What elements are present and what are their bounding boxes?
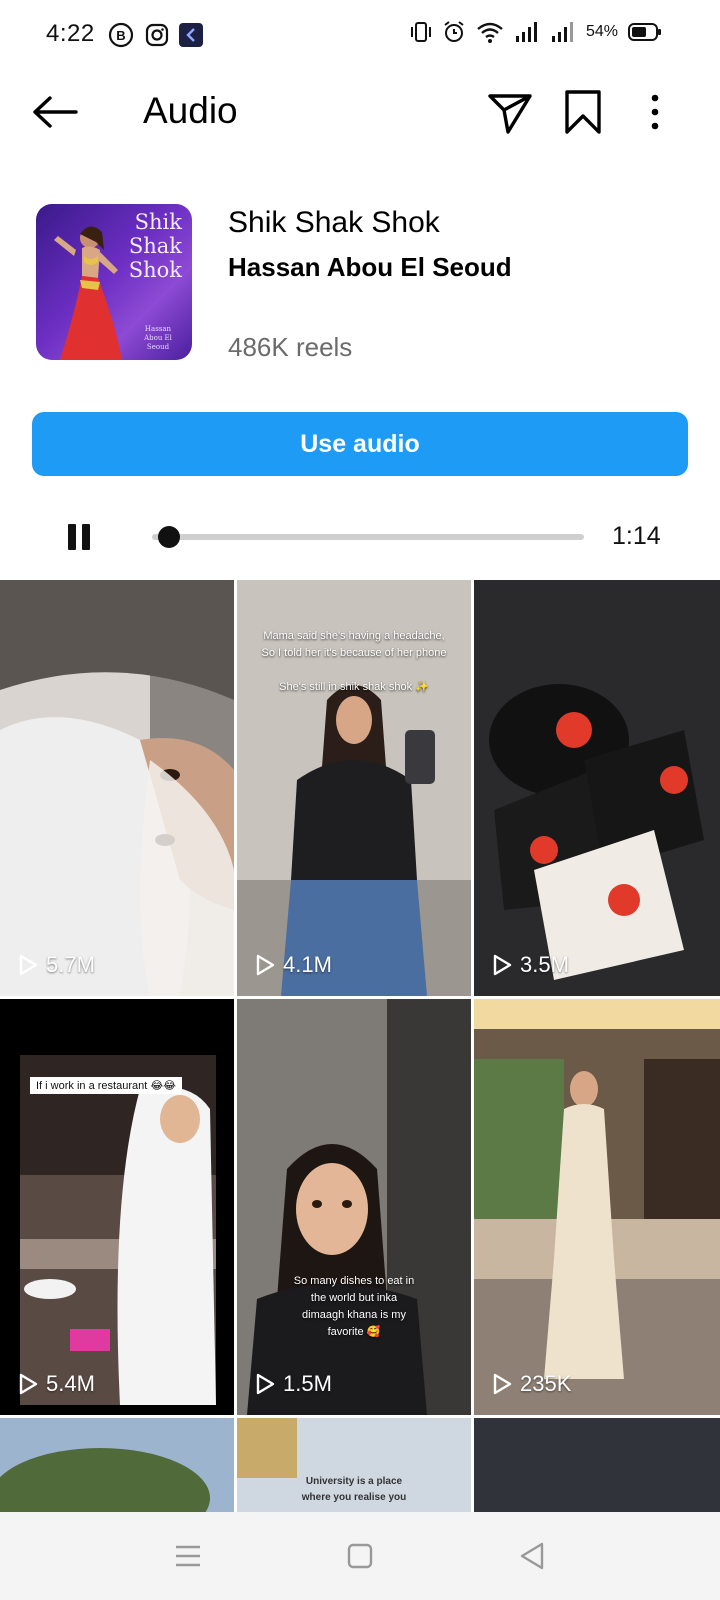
b-app-icon: B bbox=[108, 22, 134, 48]
reel-image bbox=[0, 999, 234, 1415]
signal-icon bbox=[515, 22, 537, 42]
status-bar: 4:22 B 54% bbox=[0, 0, 720, 72]
pause-button[interactable] bbox=[68, 524, 92, 552]
progress-handle[interactable] bbox=[158, 526, 180, 548]
dancer-illustration bbox=[54, 226, 122, 360]
reel-thumbnail[interactable]: If i work in a restaurant 😂😂 5.4M bbox=[0, 999, 234, 1415]
play-icon bbox=[19, 1373, 38, 1395]
play-icon bbox=[493, 1373, 512, 1395]
reel-caption: Mama said she's having a headache, So I … bbox=[261, 630, 447, 693]
back-icon[interactable] bbox=[516, 1540, 548, 1572]
svg-text:B: B bbox=[116, 28, 125, 43]
reel-caption: If i work in a restaurant 😂😂 bbox=[30, 1077, 183, 1094]
reel-thumbnail[interactable]: 3.5M bbox=[474, 580, 720, 996]
app-notification-icon bbox=[179, 23, 203, 47]
bookmark-icon[interactable] bbox=[562, 88, 604, 136]
view-count: 235K bbox=[492, 1371, 571, 1397]
alarm-icon bbox=[444, 21, 464, 42]
track-title: Shik Shak Shok bbox=[228, 206, 440, 239]
view-count: 5.7M bbox=[18, 952, 95, 978]
play-icon bbox=[19, 954, 38, 976]
reel-thumbnail[interactable]: So many dishes to eat in the world but i… bbox=[237, 999, 471, 1415]
view-count: 4.1M bbox=[255, 952, 332, 978]
battery-icon bbox=[628, 23, 661, 41]
wifi-icon bbox=[477, 22, 503, 43]
more-options-icon[interactable] bbox=[640, 90, 670, 134]
share-send-icon[interactable] bbox=[486, 88, 534, 136]
track-artist[interactable]: Hassan Abou El Seoud bbox=[228, 252, 512, 283]
page-title: Audio bbox=[143, 90, 238, 131]
status-time: 4:22 bbox=[46, 20, 95, 47]
progress-track[interactable] bbox=[152, 534, 584, 540]
reel-image bbox=[474, 999, 720, 1415]
duration-label: 1:14 bbox=[612, 522, 661, 550]
battery-percent: 54% bbox=[585, 23, 618, 40]
view-count: 3.5M bbox=[492, 952, 569, 978]
reel-image bbox=[474, 1418, 720, 1512]
reel-thumbnail[interactable]: 5.7M bbox=[0, 580, 234, 996]
cover-title: Shik Shak Shok bbox=[128, 210, 182, 282]
pause-icon bbox=[68, 524, 76, 550]
reel-caption: So many dishes to eat in the world but i… bbox=[293, 1275, 415, 1338]
reel-image bbox=[237, 999, 471, 1415]
back-arrow-icon[interactable] bbox=[30, 90, 80, 134]
reel-image bbox=[474, 580, 720, 996]
view-count: 5.4M bbox=[18, 1371, 95, 1397]
view-count: 1.5M bbox=[255, 1371, 332, 1397]
reel-thumbnail[interactable] bbox=[0, 1418, 234, 1512]
system-nav-bar bbox=[0, 1512, 720, 1600]
album-cover: Shik Shak Shok Hassan Abou El Seoud bbox=[36, 204, 192, 360]
play-icon bbox=[256, 1373, 275, 1395]
play-icon bbox=[256, 954, 275, 976]
reel-caption: University is a place where you realise … bbox=[301, 1476, 407, 1503]
vibrate-icon bbox=[410, 22, 431, 42]
reels-count: 486K reels bbox=[228, 332, 353, 362]
header: Audio bbox=[0, 72, 720, 152]
home-icon[interactable] bbox=[344, 1540, 376, 1572]
use-audio-button[interactable]: Use audio bbox=[32, 412, 688, 476]
reel-image bbox=[0, 1418, 234, 1512]
status-indicators: 54% bbox=[410, 20, 662, 44]
play-icon bbox=[493, 954, 512, 976]
reel-thumbnail[interactable]: University is a place where you realise … bbox=[237, 1418, 471, 1512]
menu-icon[interactable] bbox=[172, 1540, 204, 1572]
instagram-icon bbox=[145, 23, 169, 47]
cover-credit: Hassan Abou El Seoud bbox=[144, 325, 172, 351]
reel-thumbnail[interactable]: 235K bbox=[474, 999, 720, 1415]
signal-icon-2 bbox=[551, 22, 573, 42]
reel-image bbox=[0, 580, 234, 996]
reel-thumbnail[interactable]: Mama said she's having a headache, So I … bbox=[237, 580, 471, 996]
reel-thumbnail[interactable] bbox=[474, 1418, 720, 1512]
